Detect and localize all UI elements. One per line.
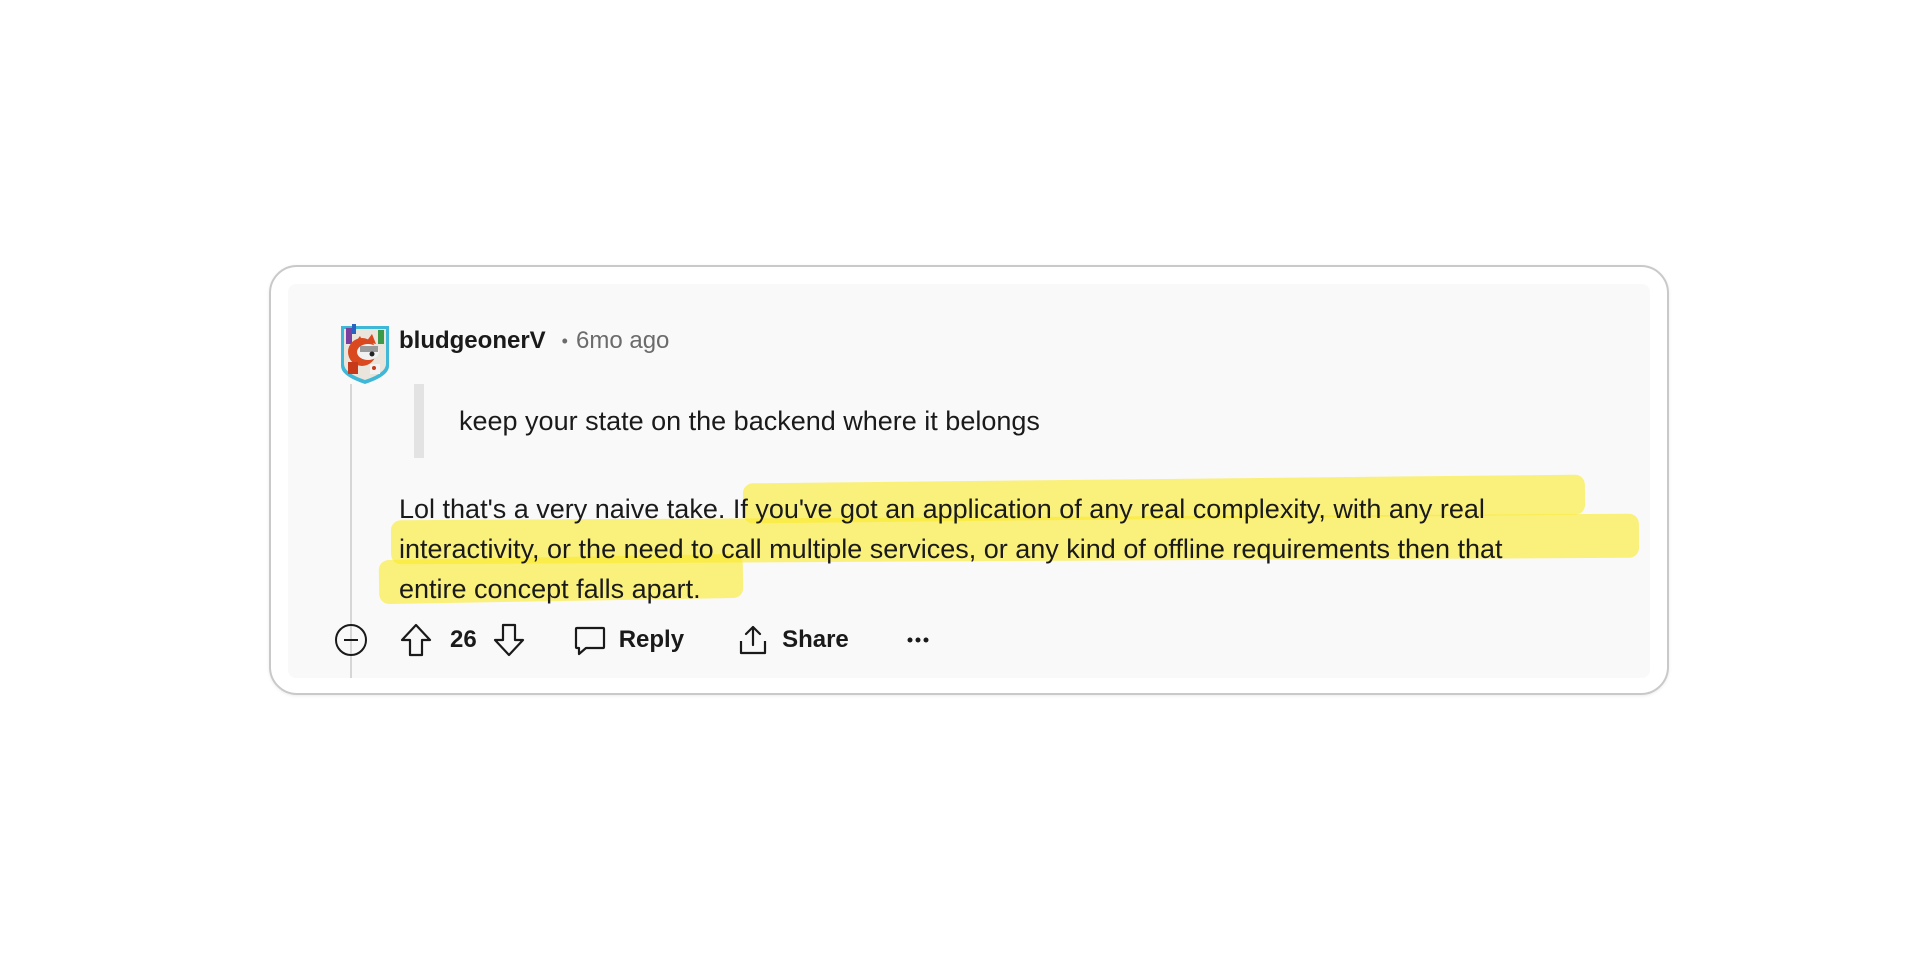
body-line-2: interactivity, or the need to call multi… (399, 534, 1503, 564)
arrow-down-icon (493, 623, 524, 657)
comment-card: bludgeonerV • 6mo ago keep your state on… (269, 265, 1669, 695)
action-bar: 26 Reply Share (332, 617, 933, 663)
body-line-3: entire concept falls apart. (399, 574, 701, 604)
upvote-button[interactable] (398, 621, 434, 659)
comment-panel: bludgeonerV • 6mo ago keep your state on… (288, 284, 1650, 678)
reply-button[interactable]: Reply (573, 623, 684, 657)
downvote-button[interactable] (491, 621, 527, 659)
arrow-up-icon (400, 623, 432, 657)
comment-body: Lol that's a very naive take. If you've … (378, 474, 1640, 609)
avatar[interactable] (338, 318, 392, 384)
minus-circle-icon (335, 624, 367, 656)
separator-dot: • (561, 330, 568, 351)
collapse-button[interactable] (332, 621, 370, 659)
speech-bubble-icon (574, 626, 605, 656)
ellipsis-icon (907, 637, 929, 643)
timestamp[interactable]: 6mo ago (576, 327, 669, 355)
share-button[interactable]: Share (736, 623, 849, 657)
quote-bar (414, 384, 424, 458)
more-options-button[interactable] (903, 625, 933, 655)
blockquote-text: keep your state on the backend where it … (459, 406, 1040, 436)
reply-label: Reply (618, 626, 685, 653)
body-line-1: Lol that's a very naive take. If you've … (399, 494, 1485, 524)
vote-score: 26 (450, 626, 477, 653)
username[interactable]: bludgeonerV (399, 327, 546, 355)
comment-header: bludgeonerV • 6mo ago (399, 324, 669, 358)
share-upload-icon (739, 625, 767, 655)
share-label: Share (782, 626, 849, 653)
